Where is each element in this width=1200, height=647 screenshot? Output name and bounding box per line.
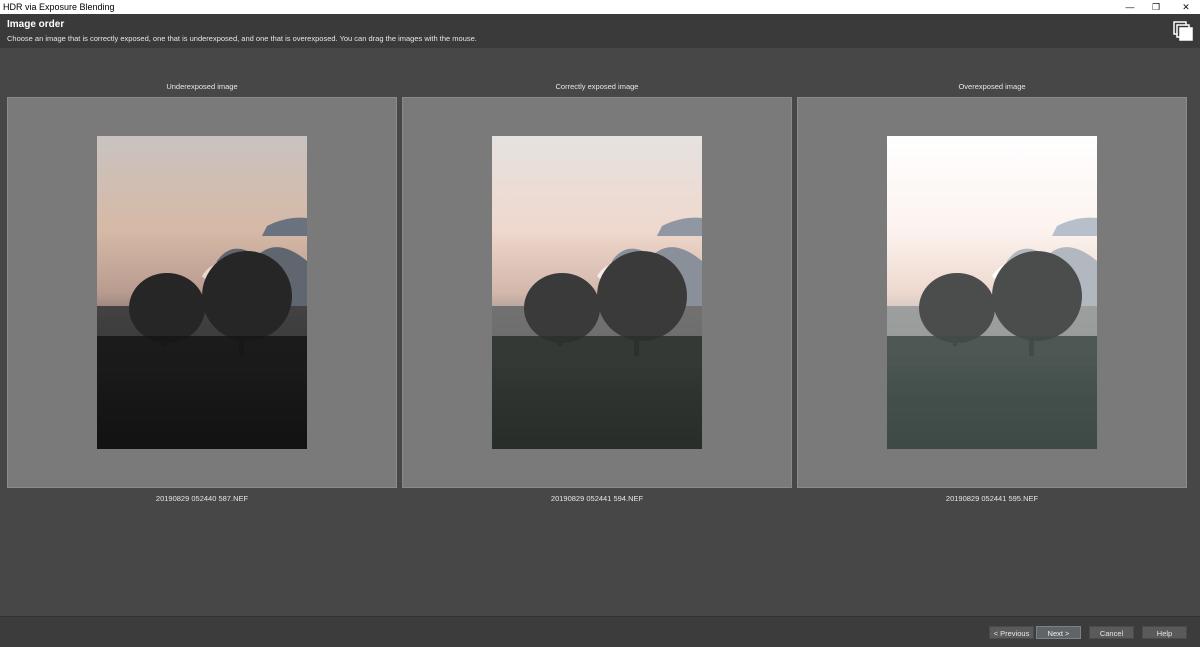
next-button[interactable]: Next >	[1036, 626, 1081, 639]
underexposed-photo[interactable]	[97, 136, 307, 449]
stacked-images-icon[interactable]	[1172, 20, 1194, 42]
page-title: Image order	[7, 19, 65, 30]
overexposed-label: Overexposed image	[958, 82, 1026, 91]
correct-image-slot[interactable]	[402, 97, 792, 488]
minimize-icon[interactable]: —	[1118, 0, 1142, 14]
underexposed-label: Underexposed image	[166, 82, 238, 91]
correct-photo[interactable]	[492, 136, 702, 449]
restore-icon[interactable]: ❐	[1144, 0, 1168, 14]
correct-filename: 20190829 052441 594.NEF	[550, 494, 644, 503]
previous-button[interactable]: < Previous	[989, 626, 1034, 639]
dialog-footer: < Previous Next > Cancel Help	[0, 616, 1200, 647]
help-button[interactable]: Help	[1142, 626, 1187, 639]
close-icon[interactable]: ✕	[1174, 0, 1198, 14]
correct-exposure-label: Correctly exposed image	[555, 82, 639, 91]
cancel-button[interactable]: Cancel	[1089, 626, 1134, 639]
underexposed-filename: 20190829 052440 587.NEF	[155, 494, 249, 503]
overexposed-image-slot[interactable]	[797, 97, 1187, 488]
overexposed-photo[interactable]	[887, 136, 1097, 449]
instructions-text: Choose an image that is correctly expose…	[7, 34, 477, 43]
window-titlebar: HDR via Exposure Blending — ❐ ✕	[0, 0, 1200, 14]
dialog-header: Image order Choose an image that is corr…	[0, 14, 1200, 48]
window-title: HDR via Exposure Blending	[3, 2, 115, 12]
overexposed-filename: 20190829 052441 595.NEF	[945, 494, 1039, 503]
underexposed-image-slot[interactable]	[7, 97, 397, 488]
